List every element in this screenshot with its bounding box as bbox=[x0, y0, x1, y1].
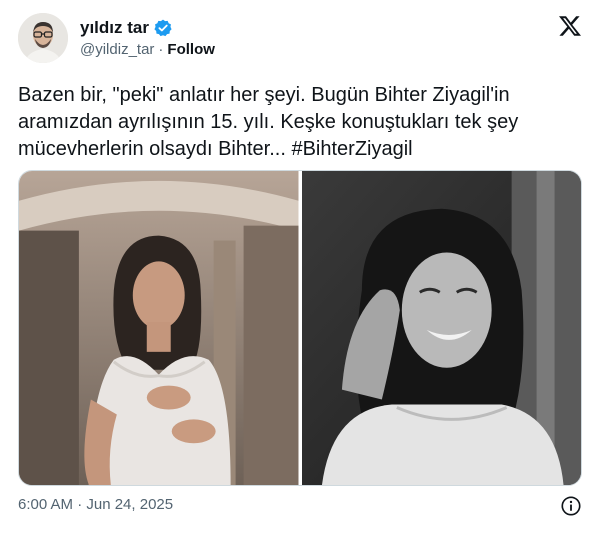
follow-button[interactable]: Follow bbox=[167, 41, 215, 58]
photo-woman-black-and-white-smiling bbox=[301, 171, 581, 485]
avatar-image bbox=[18, 13, 68, 63]
verified-badge-icon bbox=[154, 19, 172, 37]
x-logo-icon[interactable] bbox=[558, 14, 582, 38]
author-name[interactable]: yıldız tar bbox=[80, 18, 149, 38]
tweet-text: Bazen bir, "peki" anlatır her şeyi. Bugü… bbox=[18, 84, 524, 160]
separator-dot: · bbox=[158, 41, 164, 58]
info-icon[interactable] bbox=[560, 495, 582, 517]
photo-woman-white-dress-mirror bbox=[19, 171, 299, 485]
avatar[interactable] bbox=[18, 13, 68, 63]
media-image-2[interactable] bbox=[301, 171, 581, 485]
author-handle[interactable]: @yildiz_tar bbox=[80, 41, 154, 58]
tweet-card: yıldız tar @yildiz_tar · Follow Bazen bi… bbox=[0, 0, 600, 536]
media-image-1[interactable] bbox=[19, 171, 299, 485]
media-grid bbox=[18, 170, 582, 486]
author-name-row: yıldız tar bbox=[80, 18, 172, 38]
author-handle-row: @yildiz_tar · Follow bbox=[80, 41, 215, 58]
tweet-timestamp[interactable]: 6:00 AM · Jun 24, 2025 bbox=[18, 496, 173, 513]
